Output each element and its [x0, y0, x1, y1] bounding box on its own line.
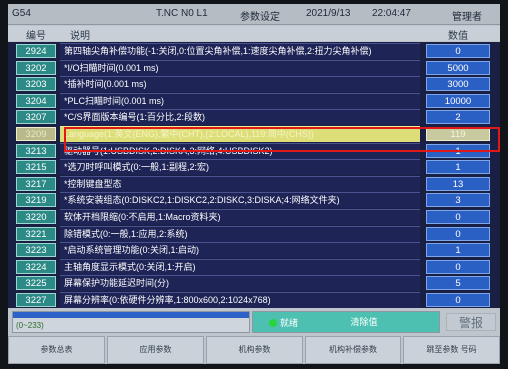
- param-value[interactable]: 0: [426, 44, 490, 58]
- column-number: 编号: [26, 31, 46, 42]
- status-dot-icon: [269, 319, 277, 327]
- table-row[interactable]: 3217 *控制键盘型态 13: [8, 175, 500, 192]
- param-description: *系统安装组态(0:DISKC2,1:DISKC2,2:DISKC,3:DISK…: [60, 192, 420, 209]
- softkey-parameter-list[interactable]: 参数总表: [8, 336, 105, 364]
- param-value[interactable]: 0: [426, 293, 490, 307]
- param-description: 主轴角度显示模式(0:关闭,1:开启): [60, 258, 420, 275]
- program-mode: T.NC N0 L1: [156, 8, 208, 19]
- time-display: 22:04:47: [372, 8, 411, 19]
- range-bar: [13, 312, 249, 318]
- table-row[interactable]: 3227 屏幕分辨率(0:依硬件分辨率,1:800x600,2:1024x768)…: [8, 292, 500, 308]
- table-row[interactable]: 3220 软体开档限缩(0:不启用,1:Macro资料夹) 0: [8, 209, 500, 225]
- ready-label: 就绪: [280, 318, 299, 328]
- param-number: 3220: [16, 210, 56, 224]
- table-row[interactable]: 3203 *插补时间(0.001 ms) 3000: [8, 76, 500, 93]
- param-number: 3223: [16, 243, 56, 258]
- param-number: 3204: [16, 93, 56, 108]
- param-number: 3213: [16, 143, 56, 158]
- param-number: 3209: [16, 127, 56, 141]
- param-number: 3225: [16, 276, 56, 291]
- table-row[interactable]: 3223 *启动系统管理功能(0:关闭,1:启动) 1: [8, 242, 500, 259]
- softkey-mechanism-compensation[interactable]: 机构补偿参数: [305, 336, 401, 364]
- param-number: 3227: [16, 293, 56, 307]
- param-description: *启动系统管理功能(0:关闭,1:启动): [60, 242, 420, 259]
- param-description: *选刀时呼叫模式(0:一般,1:副程,2:宏): [60, 159, 420, 176]
- param-description: *插补时间(0.001 ms): [60, 76, 420, 93]
- param-description: 屏幕保护功能延迟时间(分): [60, 275, 420, 292]
- param-number: 3207: [16, 110, 56, 125]
- param-number: 3224: [16, 259, 56, 274]
- param-description: *PLC扫瞄时间(0.001 ms): [60, 92, 420, 109]
- param-value[interactable]: 0: [426, 259, 490, 274]
- input-area: (0~233) 就绪 清除值 警报 参数总表 应用参数 机构参数 机构补偿参数 …: [8, 309, 500, 364]
- alarm-button[interactable]: 警报: [446, 313, 496, 331]
- param-value[interactable]: 10000: [426, 93, 490, 108]
- softkey-jump-to-param[interactable]: 跳至参数 号码: [403, 336, 500, 364]
- param-number: 3215: [16, 160, 56, 175]
- param-value[interactable]: 5: [426, 276, 490, 291]
- param-number: 3217: [16, 176, 56, 191]
- table-row[interactable]: 3215 *选刀时呼叫模式(0:一般,1:副程,2:宏) 1: [8, 159, 500, 176]
- highlight-box: [64, 127, 500, 152]
- param-description: 软体开档限缩(0:不启用,1:Macro资料夹): [60, 209, 420, 225]
- status-header: G54 T.NC N0 L1 参数设定 2021/9/13 22:04:47 管…: [8, 4, 500, 25]
- param-value[interactable]: 5000: [426, 60, 490, 75]
- softkey-mechanism-params[interactable]: 机构参数: [206, 336, 303, 364]
- table-row[interactable]: 3204 *PLC扫瞄时间(0.001 ms) 10000: [8, 92, 500, 109]
- param-description: 屏幕分辨率(0:依硬件分辨率,1:800x600,2:1024x768): [60, 292, 420, 308]
- table-row[interactable]: 3207 *C/S界面版本编号(1:百分比,2:段数) 2: [8, 109, 500, 126]
- cnc-screen: G54 T.NC N0 L1 参数设定 2021/9/13 22:04:47 管…: [8, 4, 500, 364]
- param-description: 第四轴尖角补偿功能(-1:关闭,0:位置尖角补偿,1:速度尖角补偿,2:扭力尖角…: [60, 43, 420, 59]
- param-number: 3203: [16, 77, 56, 92]
- param-description: *控制键盘型态: [60, 175, 420, 192]
- param-number: 3202: [16, 60, 56, 75]
- param-value[interactable]: 13: [426, 176, 490, 191]
- table-row[interactable]: 3219 *系统安装组态(0:DISKC2,1:DISKC2,2:DISKC,3:…: [8, 192, 500, 209]
- param-number: 2924: [16, 44, 56, 58]
- param-value[interactable]: 0: [426, 210, 490, 224]
- table-row[interactable]: 3225 屏幕保护功能延迟时间(分) 5: [8, 275, 500, 292]
- screen-title: 参数设定: [240, 12, 280, 23]
- clear-button[interactable]: 清除值: [343, 315, 385, 330]
- param-value[interactable]: 1: [426, 243, 490, 258]
- param-value[interactable]: 3: [426, 193, 490, 208]
- table-row[interactable]: 2924 第四轴尖角补偿功能(-1:关闭,0:位置尖角补偿,1:速度尖角补偿,2:…: [8, 43, 500, 59]
- param-value[interactable]: 2: [426, 110, 490, 125]
- column-description: 说明: [70, 31, 90, 42]
- ready-indicator: 就绪: [269, 316, 298, 329]
- table-row[interactable]: 3224 主轴角度显示模式(0:关闭,1:开启) 0: [8, 258, 500, 275]
- param-value[interactable]: 1: [426, 160, 490, 175]
- date-display: 2021/9/13: [306, 8, 351, 19]
- param-value[interactable]: 3000: [426, 77, 490, 92]
- softkey-application-params[interactable]: 应用参数: [107, 336, 204, 364]
- param-description: 除错模式(0:一般,1:应用,2:系统): [60, 225, 420, 242]
- range-box: (0~233): [12, 311, 250, 333]
- column-headers: 编号 说明 数值: [8, 26, 500, 42]
- range-text: (0~233): [16, 321, 44, 330]
- parameter-table: 2924 第四轴尖角补偿功能(-1:关闭,0:位置尖角补偿,1:速度尖角补偿,2:…: [8, 42, 500, 308]
- param-number: 3219: [16, 193, 56, 208]
- param-number: 3221: [16, 226, 56, 241]
- param-description: *C/S界面版本编号(1:百分比,2:段数): [60, 109, 420, 126]
- table-row[interactable]: 3221 除错模式(0:一般,1:应用,2:系统) 0: [8, 225, 500, 242]
- table-row[interactable]: 3202 *I/O扫瞄时间(0.001 ms) 5000: [8, 59, 500, 76]
- column-value: 数值: [448, 31, 468, 42]
- channel-label: G54: [12, 8, 31, 19]
- user-level: 管理者: [452, 12, 482, 23]
- param-value[interactable]: 0: [426, 226, 490, 241]
- monitor-frame: G54 T.NC N0 L1 参数设定 2021/9/13 22:04:47 管…: [0, 0, 508, 369]
- param-description: *I/O扫瞄时间(0.001 ms): [60, 59, 420, 76]
- value-input[interactable]: 就绪 清除值: [252, 311, 440, 333]
- softkey-bar: 参数总表 应用参数 机构参数 机构补偿参数 跳至参数 号码: [8, 336, 500, 364]
